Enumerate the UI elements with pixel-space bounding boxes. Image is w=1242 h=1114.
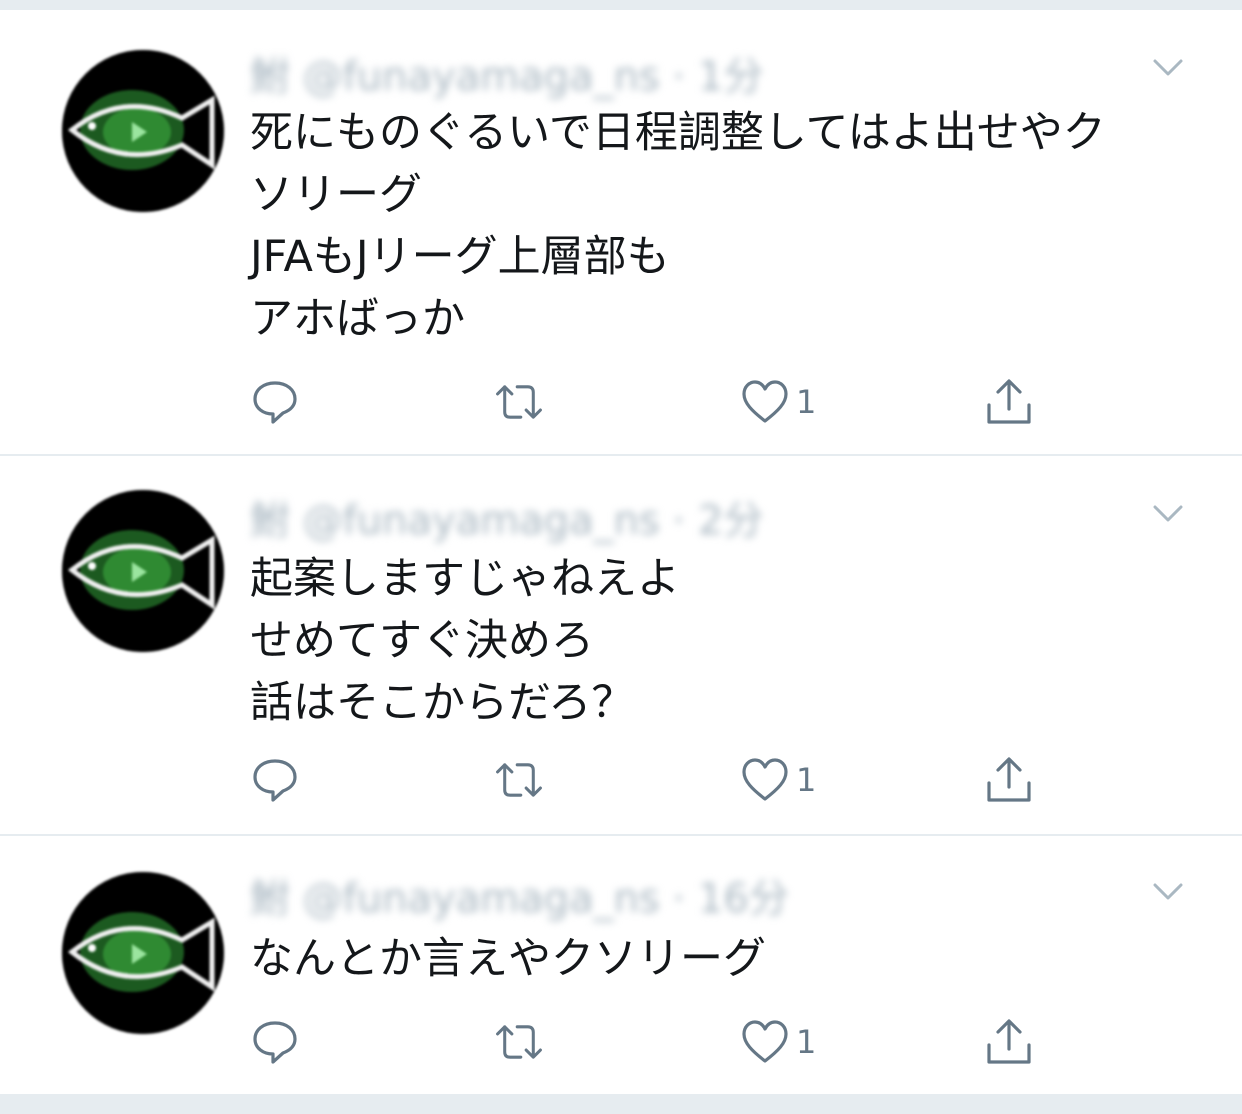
separator: · (672, 876, 686, 922)
tweet-header: 鮒 @funayamaga_ns · 1分 (250, 44, 763, 100)
like-count: 1 (796, 1023, 817, 1061)
reply-icon (253, 1021, 297, 1064)
avatar[interactable] (62, 50, 224, 212)
tweet-text: 起案しますじゃねえよ せめてすぐ決めろ 話はそこからだろ？ (250, 548, 1152, 734)
reply-icon (253, 381, 297, 424)
avatar[interactable] (62, 872, 224, 1034)
chevron-down-icon[interactable] (1150, 496, 1186, 532)
tweet-card[interactable]: 鮒 @funayamaga_ns · 1分 死にものぐるいで日程調整してはよ出せ… (0, 10, 1242, 454)
tweet-text-line: せめてすぐ決めろ (250, 616, 594, 666)
share-button[interactable] (984, 374, 1034, 430)
tweet-card[interactable]: 鮒 @funayamaga_ns · 16分 なんとか言えやクソリーグ 1 (0, 836, 1242, 1094)
fish-logo-icon (62, 490, 224, 652)
display-name[interactable]: 鮒 (250, 54, 290, 100)
like-button[interactable]: 1 (740, 1014, 816, 1070)
fish-logo-icon (62, 872, 224, 1034)
tweet-text-line: 起案しますじゃねえよ (250, 554, 680, 604)
tweet-actions: 1 (0, 374, 1242, 434)
retweet-icon (496, 385, 542, 419)
share-icon (987, 757, 1031, 802)
avatar[interactable] (62, 490, 224, 652)
handle[interactable]: @funayamaga_ns (303, 54, 660, 100)
display-name[interactable]: 鮒 (250, 876, 290, 922)
timeline-top-gap (0, 0, 1242, 10)
tweet-header: 鮒 @funayamaga_ns · 16分 (250, 866, 789, 922)
retweet-icon (496, 763, 542, 797)
tweet-text-line: アホばっか (250, 294, 465, 344)
timestamp[interactable]: 16分 (698, 876, 789, 922)
separator: · (672, 498, 686, 544)
fish-logo-icon (62, 50, 224, 212)
tweet-text: 死にものぐるいで日程調整してはよ出せやク ソリーグ JFAもJリーグ上層部も ア… (250, 102, 1152, 350)
reply-button[interactable] (250, 1014, 300, 1070)
tweet-text-line: JFAもJリーグ上層部も (250, 232, 670, 282)
share-button[interactable] (984, 1014, 1034, 1070)
reply-icon (253, 759, 297, 802)
tweet-text-line: ソリーグ (250, 170, 422, 220)
like-count: 1 (796, 761, 817, 799)
retweet-button[interactable] (494, 1014, 544, 1070)
heart-icon (742, 1020, 788, 1063)
retweet-button[interactable] (494, 752, 544, 808)
tweet-actions: 1 (0, 1014, 1242, 1074)
like-count: 1 (796, 383, 817, 421)
tweet-text-line: なんとか言えやクソリーグ (250, 934, 766, 984)
reply-button[interactable] (250, 752, 300, 808)
handle[interactable]: @funayamaga_ns (303, 876, 660, 922)
share-button[interactable] (984, 752, 1034, 808)
separator: · (672, 54, 686, 100)
handle[interactable]: @funayamaga_ns (303, 498, 660, 544)
heart-icon (742, 380, 788, 423)
tweet-card[interactable]: 鮒 @funayamaga_ns · 2分 起案しますじゃねえよ せめてすぐ決め… (0, 456, 1242, 834)
timestamp[interactable]: 1分 (698, 54, 763, 100)
retweet-icon (496, 1025, 542, 1059)
share-icon (987, 379, 1031, 424)
tweet-text: なんとか言えやクソリーグ (250, 928, 1152, 990)
chevron-down-icon[interactable] (1150, 874, 1186, 910)
tweet-actions: 1 (0, 752, 1242, 812)
display-name[interactable]: 鮒 (250, 498, 290, 544)
like-button[interactable]: 1 (740, 752, 816, 808)
timestamp[interactable]: 2分 (698, 498, 763, 544)
chevron-down-icon[interactable] (1150, 50, 1186, 86)
tweet-text-line: 死にものぐるいで日程調整してはよ出せやク (250, 108, 1106, 158)
tweet-header: 鮒 @funayamaga_ns · 2分 (250, 488, 763, 544)
tweet-text-line: 話はそこからだろ？ (250, 678, 635, 728)
heart-icon (742, 758, 788, 801)
retweet-button[interactable] (494, 374, 544, 430)
reply-button[interactable] (250, 374, 300, 430)
share-icon (987, 1019, 1031, 1064)
like-button[interactable]: 1 (740, 374, 816, 430)
